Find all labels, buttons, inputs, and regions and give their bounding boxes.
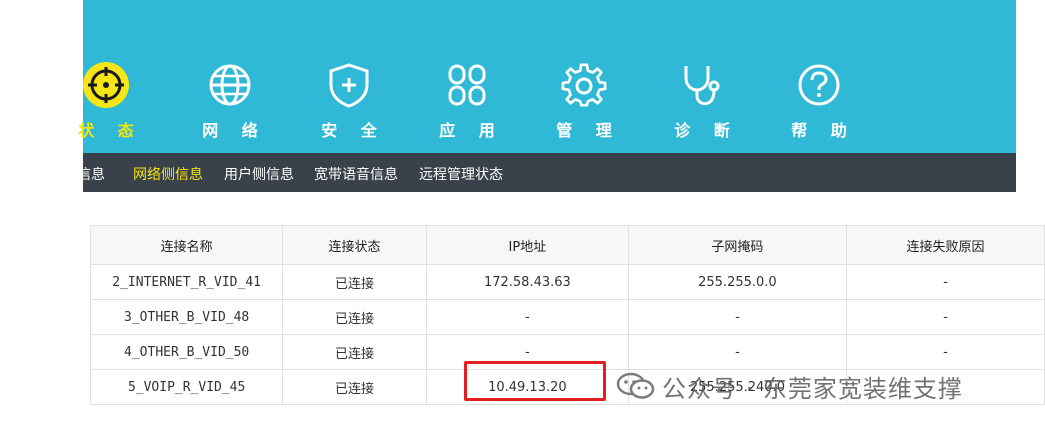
nav-network[interactable]: 网 络 [185, 62, 275, 142]
header-connection-name: 连接名称 [89, 225, 284, 265]
cell-failure-reason: - [845, 334, 1045, 370]
cell-connection-name: 3_OTHER_B_VID_48 [89, 299, 284, 335]
gear-icon [561, 62, 607, 108]
cell-subnet-mask: - [627, 299, 847, 335]
table-header-row: 连接名称 连接状态 IP地址 子网掩码 连接失败原因 [89, 225, 1045, 265]
cell-connection-status: 已连接 [282, 299, 427, 335]
cell-subnet-mask: - [627, 334, 847, 370]
cell-ip-address: 172.58.43.63 [425, 264, 629, 300]
app-grid-icon [444, 62, 490, 108]
subnav-remote-management-status[interactable]: 远程管理状态 [419, 164, 503, 184]
cell-connection-name: 4_OTHER_B_VID_50 [89, 334, 284, 370]
nav-security[interactable]: 安 全 [304, 62, 394, 142]
cell-failure-reason: - [845, 299, 1045, 335]
nav-network-label: 网 络 [202, 121, 267, 140]
router-admin-page: 状 态 网 络 安 全 应 用 管 理 诊 断 帮 助 信息 网络侧信息 用户侧… [0, 0, 1045, 429]
header-ip-address: IP地址 [425, 225, 629, 265]
nav-applications-label: 应 用 [439, 121, 504, 140]
subnav-user-side-info[interactable]: 用户侧信息 [224, 164, 294, 184]
cell-connection-name: 5_VOIP_R_VID_45 [89, 369, 284, 405]
shield-plus-icon [326, 62, 372, 108]
ip-highlight-box [464, 361, 606, 401]
nav-help[interactable]: 帮 助 [774, 62, 864, 142]
cell-failure-reason: - [845, 264, 1045, 300]
table-row: 2_INTERNET_R_VID_41 已连接 172.58.43.63 255… [89, 264, 1045, 300]
header-subnet-mask: 子网掩码 [627, 225, 847, 265]
cell-ip-address: - [425, 299, 629, 335]
cell-subnet-mask: 255.255.0.0 [627, 264, 847, 300]
cell-connection-status: 已连接 [282, 334, 427, 370]
nav-diagnostics-label: 诊 断 [674, 121, 739, 140]
cell-connection-status: 已连接 [282, 369, 427, 405]
help-icon [796, 62, 842, 108]
watermark: 公众号 · 东莞家宽装维支撑 [616, 368, 963, 404]
stethoscope-icon [679, 62, 725, 108]
nav-status[interactable]: 状 态 [61, 62, 151, 142]
cell-connection-name: 2_INTERNET_R_VID_41 [89, 264, 284, 300]
nav-status-label: 状 态 [78, 121, 143, 140]
sub-navigation: 信息 网络侧信息 用户侧信息 宽带语音信息 远程管理状态 [77, 153, 1016, 192]
nav-security-label: 安 全 [321, 121, 386, 140]
top-banner: 状 态 网 络 安 全 应 用 管 理 诊 断 帮 助 [78, 0, 1016, 153]
nav-applications[interactable]: 应 用 [422, 62, 512, 142]
nav-diagnostics[interactable]: 诊 断 [657, 62, 747, 142]
nav-management-label: 管 理 [556, 121, 621, 140]
globe-icon [207, 62, 253, 108]
wechat-icon [616, 372, 655, 399]
status-target-icon [83, 62, 129, 108]
watermark-text: 公众号 · 东莞家宽装维支撑 [662, 374, 963, 403]
subnav-broadband-voice-info[interactable]: 宽带语音信息 [314, 164, 398, 184]
subnav-info[interactable]: 信息 [77, 164, 105, 184]
nav-management[interactable]: 管 理 [539, 62, 629, 142]
header-connection-status: 连接状态 [282, 225, 427, 265]
cell-connection-status: 已连接 [282, 264, 427, 300]
nav-help-label: 帮 助 [791, 121, 856, 140]
header-failure-reason: 连接失败原因 [845, 225, 1045, 265]
subnav-network-side-info[interactable]: 网络侧信息 [133, 164, 203, 184]
table-row: 3_OTHER_B_VID_48 已连接 - - - [89, 299, 1045, 335]
